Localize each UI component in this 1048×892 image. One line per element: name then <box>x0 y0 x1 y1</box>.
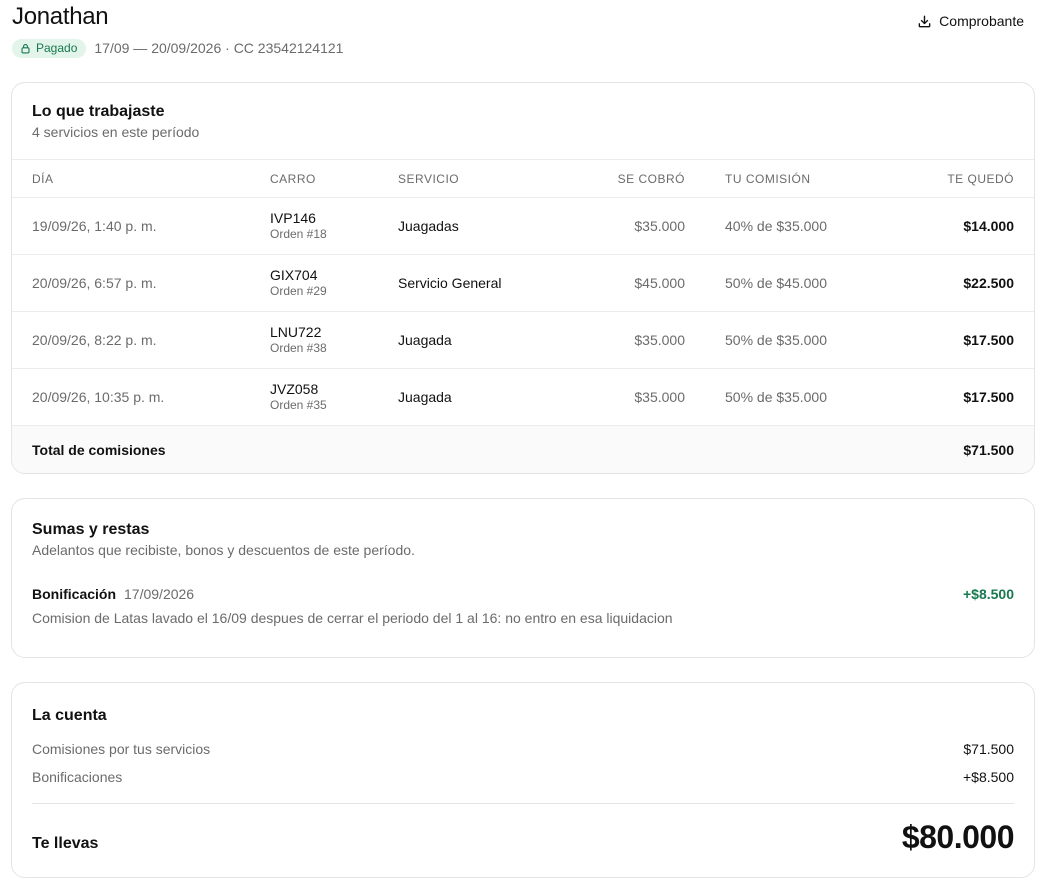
cell-service: Servicio General <box>398 254 613 312</box>
services-table: DÍA CARRO SERVICIO SE COBRÓ TU COMISIÓN … <box>12 159 1034 473</box>
cell-commission: 50% de $35.000 <box>685 311 865 369</box>
account-card-title: La cuenta <box>32 707 107 724</box>
adjustments-card: Sumas y restas Adelantos que recibiste, … <box>11 498 1035 658</box>
column-header-day: DÍA <box>12 159 270 198</box>
cell-service: Juagadas <box>398 197 613 255</box>
cell-kept: $22.500 <box>865 254 1034 312</box>
cell-kept: $17.500 <box>865 311 1034 369</box>
receipt-button-label[interactable]: Comprobante <box>939 13 1024 29</box>
work-card: Lo que trabajaste 4 servicios en este pe… <box>11 82 1035 474</box>
column-header-commission: TU COMISIÓN <box>685 159 865 198</box>
adjustment-line: Bonificación 17/09/2026 +$8.500 <box>32 586 1014 602</box>
status-badge: Pagado <box>12 38 87 58</box>
table-row: 20/09/26, 8:22 p. m. LNU722 Orden #38 Ju… <box>12 311 1034 369</box>
cell-day: 20/09/26, 10:35 p. m. <box>12 368 270 426</box>
cell-charged: $35.000 <box>613 197 685 255</box>
cell-charged: $35.000 <box>613 311 685 369</box>
period-and-id: 17/09 — 20/09/2026 · CC 23542124121 <box>94 40 344 56</box>
adjustment-note: Comision de Latas lavado el 16/09 despue… <box>32 610 673 626</box>
cell-commission: 50% de $35.000 <box>685 368 865 426</box>
account-line-commissions: Comisiones por tus servicios $71.500 <box>32 741 1014 757</box>
page-header: Jonathan Pagado 17/09 — 20/09/2026 · CC … <box>12 0 1036 64</box>
status-badge-label: Pagado <box>36 41 78 55</box>
car-plate: IVP146 <box>270 210 316 226</box>
cell-day: 20/09/26, 8:22 p. m. <box>12 311 270 369</box>
final-amount-value: $80.000 <box>901 819 1015 855</box>
column-header-service: SERVICIO <box>398 159 613 198</box>
work-card-title: Lo que trabajaste <box>32 103 165 120</box>
cell-car: LNU722 Orden #38 <box>270 311 398 369</box>
cell-car: GIX704 Orden #29 <box>270 254 398 312</box>
total-label: Total de comisiones <box>12 425 865 473</box>
final-amount-label: Te llevas <box>32 835 99 852</box>
cell-service: Juagada <box>398 368 613 426</box>
adjustments-card-header: Sumas y restas Adelantos que recibiste, … <box>32 521 415 558</box>
car-plate: LNU722 <box>270 324 322 340</box>
column-header-kept: TE QUEDÓ <box>865 159 1034 198</box>
receipt-button[interactable]: Comprobante <box>917 10 1024 32</box>
order-number: Orden #29 <box>270 284 327 298</box>
table-header-row: DÍA CARRO SERVICIO SE COBRÓ TU COMISIÓN … <box>12 159 1034 198</box>
divider <box>32 803 1014 804</box>
order-number: Orden #18 <box>270 227 327 241</box>
account-line-value: +$8.500 <box>963 769 1014 785</box>
cell-car: IVP146 Orden #18 <box>270 197 398 255</box>
adjustments-card-subtitle: Adelantos que recibiste, bonos y descuen… <box>32 542 415 558</box>
order-number: Orden #35 <box>270 398 327 412</box>
account-line-label: Bonificaciones <box>32 769 123 785</box>
order-number: Orden #38 <box>270 341 327 355</box>
table-row: 19/09/26, 1:40 p. m. IVP146 Orden #18 Ju… <box>12 197 1034 255</box>
work-card-subtitle: 4 servicios en este período <box>32 124 200 140</box>
car-plate: GIX704 <box>270 267 318 283</box>
employee-name: Jonathan <box>12 3 109 30</box>
cell-day: 20/09/26, 6:57 p. m. <box>12 254 270 312</box>
adjustments-card-title: Sumas y restas <box>32 521 150 538</box>
account-line-bonuses: Bonificaciones +$8.500 <box>32 769 1014 785</box>
work-card-header: Lo que trabajaste 4 servicios en este pe… <box>32 103 199 140</box>
header-subline: Pagado 17/09 — 20/09/2026 · CC 235421241… <box>12 38 343 58</box>
column-header-charged: SE COBRÓ <box>613 159 685 198</box>
download-icon <box>918 15 931 27</box>
account-line-label: Comisiones por tus servicios <box>32 741 211 757</box>
total-row: Total de comisiones $71.500 <box>12 425 1034 473</box>
cell-charged: $35.000 <box>613 368 685 426</box>
table-row: 20/09/26, 10:35 p. m. JVZ058 Orden #35 J… <box>12 368 1034 426</box>
adjustment-item: Bonificación 17/09/2026 +$8.500 Comision… <box>32 586 1014 626</box>
account-card: La cuenta Comisiones por tus servicios $… <box>11 682 1035 878</box>
adjustment-date: 17/09/2026 <box>124 586 195 602</box>
account-line-value: $71.500 <box>963 741 1014 757</box>
adjustment-type: Bonificación <box>32 586 117 602</box>
cell-charged: $45.000 <box>613 254 685 312</box>
cell-day: 19/09/26, 1:40 p. m. <box>12 197 270 255</box>
cell-kept: $17.500 <box>865 368 1034 426</box>
table-row: 20/09/26, 6:57 p. m. GIX704 Orden #29 Se… <box>12 254 1034 312</box>
car-plate: JVZ058 <box>270 381 319 397</box>
cell-service: Juagada <box>398 311 613 369</box>
cell-commission: 40% de $35.000 <box>685 197 865 255</box>
cell-commission: 50% de $45.000 <box>685 254 865 312</box>
total-value: $71.500 <box>865 425 1034 473</box>
lock-icon <box>21 43 30 53</box>
adjustment-amount: +$8.500 <box>963 586 1014 602</box>
cell-car: JVZ058 Orden #35 <box>270 368 398 426</box>
column-header-car: CARRO <box>270 159 398 198</box>
cell-kept: $14.000 <box>865 197 1034 255</box>
